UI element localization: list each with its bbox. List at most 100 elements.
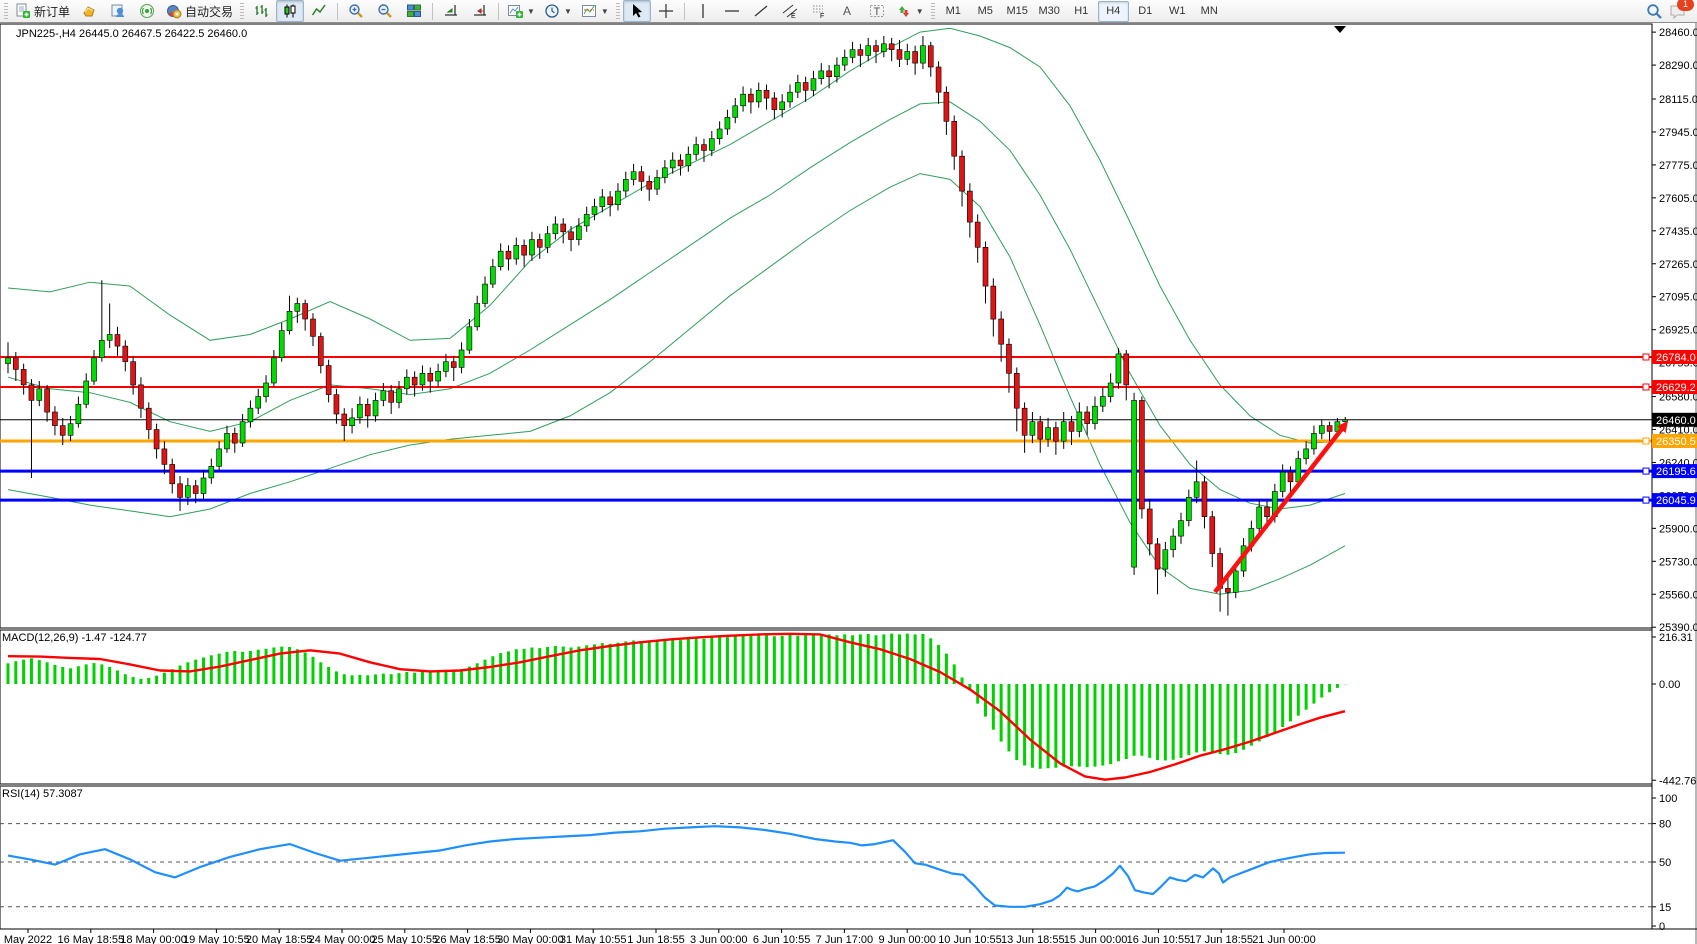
candle-up	[279, 331, 284, 358]
candle-down	[952, 121, 957, 156]
candle-down	[334, 395, 339, 414]
price-line-value: 26460.0	[1656, 415, 1696, 427]
time-tick-label: 3 Jun 00:00	[690, 934, 748, 944]
hline-anchor[interactable]	[1643, 438, 1649, 444]
time-tick-label: 9 Jun 00:00	[878, 934, 936, 944]
time-tick-label: 10 Jun 10:55	[938, 934, 1002, 944]
time-tick-label: 25 May 10:55	[371, 934, 438, 944]
candle-up	[287, 311, 292, 330]
candle-down	[647, 181, 652, 189]
candle-up	[686, 154, 691, 166]
candle-up	[1343, 420, 1348, 422]
candle-down	[412, 377, 417, 385]
candle-up	[1108, 383, 1113, 397]
candle-down	[232, 433, 237, 443]
candle-up	[615, 191, 620, 205]
candle-up	[1319, 426, 1324, 434]
candle-up	[756, 90, 761, 102]
candle-up	[741, 94, 746, 106]
time-tick-label: 16 Jun 10:55	[1127, 934, 1191, 944]
candle-down	[52, 412, 57, 426]
time-tick-label: 15 Jun 00:00	[1064, 934, 1128, 944]
candle-up	[271, 358, 276, 383]
rsi-tick-label: 15	[1659, 902, 1671, 914]
candle-down	[1288, 472, 1293, 482]
candle-down	[1085, 412, 1090, 424]
macd-panel[interactable]	[0, 630, 1652, 784]
candle-down	[827, 71, 832, 77]
candle-up	[467, 327, 472, 350]
candle-up	[1100, 397, 1105, 407]
candle-up	[600, 197, 605, 207]
candle-up	[725, 117, 730, 129]
candle-up	[576, 226, 581, 240]
candle-up	[920, 46, 925, 63]
price-line-value: 26350.5	[1656, 436, 1696, 448]
time-axis[interactable]: May 202216 May 18:5518 May 00:0019 May 1…	[4, 929, 1316, 944]
candle-up	[1257, 507, 1262, 528]
rsi-indicator-label: RSI(14) 57.3087	[2, 788, 83, 800]
rsi-panel[interactable]	[0, 786, 1652, 929]
price-chart[interactable]: 28460.028290.028115.027945.027775.027605…	[0, 0, 1697, 944]
candle-down	[115, 335, 120, 347]
candle-down	[975, 222, 980, 247]
candle-down	[1225, 588, 1230, 592]
candle-down	[678, 160, 683, 166]
hline-anchor[interactable]	[1643, 354, 1649, 360]
main-panel[interactable]	[0, 24, 1652, 628]
candle-down	[154, 430, 159, 449]
candle-down	[1202, 482, 1207, 517]
price-tick-label: 28290.0	[1659, 60, 1697, 72]
candle-down	[983, 247, 988, 286]
candle-up	[655, 178, 660, 190]
candle-down	[1124, 354, 1129, 385]
candle-up	[185, 486, 190, 498]
candle-up	[357, 404, 362, 418]
candle-down	[1038, 422, 1043, 439]
candle-down	[1022, 408, 1027, 435]
rsi-tick-label: 50	[1659, 857, 1671, 869]
candle-down	[1053, 428, 1058, 442]
hline-anchor[interactable]	[1643, 384, 1649, 390]
candle-down	[13, 358, 18, 370]
candle-down	[318, 337, 323, 366]
candle-up	[490, 267, 495, 284]
time-tick-label: 24 May 00:00	[309, 934, 376, 944]
candle-up	[420, 373, 425, 385]
candle-down	[1210, 517, 1215, 554]
candle-up	[92, 358, 97, 381]
candle-down	[967, 191, 972, 222]
candle-down	[874, 46, 879, 52]
candle-up	[733, 106, 738, 118]
candle-down	[569, 232, 574, 240]
candle-down	[928, 46, 933, 67]
candle-down	[991, 286, 996, 319]
candle-down	[60, 426, 65, 436]
candle-down	[748, 94, 753, 102]
candle-up	[68, 424, 73, 436]
candle-up	[404, 377, 409, 389]
candle-up	[529, 240, 534, 256]
candle-up	[498, 251, 503, 267]
candle-up	[350, 418, 355, 426]
time-tick-label: 6 Jun 10:55	[753, 934, 811, 944]
price-tick-label: 27605.0	[1659, 193, 1697, 205]
hline-anchor[interactable]	[1643, 497, 1649, 503]
candle-up	[850, 50, 855, 58]
price-tick-label: 28460.0	[1659, 27, 1697, 39]
candle-up	[842, 57, 847, 65]
hline-anchor[interactable]	[1643, 468, 1649, 474]
candle-up	[1077, 412, 1082, 431]
price-axis[interactable]: 28460.028290.028115.027945.027775.027605…	[1652, 24, 1697, 933]
candle-up	[545, 234, 550, 248]
candle-down	[162, 449, 167, 465]
candle-down	[764, 90, 769, 98]
candle-down	[639, 172, 644, 182]
candle-up	[881, 44, 886, 52]
candle-up	[201, 478, 206, 494]
candle-up	[1046, 428, 1051, 440]
time-tick-label: 13 Jun 18:55	[1001, 934, 1065, 944]
macd-indicator-label: MACD(12,26,9) -1.47 -124.77	[2, 632, 147, 644]
candle-up	[436, 371, 441, 381]
candle-up	[240, 422, 245, 443]
